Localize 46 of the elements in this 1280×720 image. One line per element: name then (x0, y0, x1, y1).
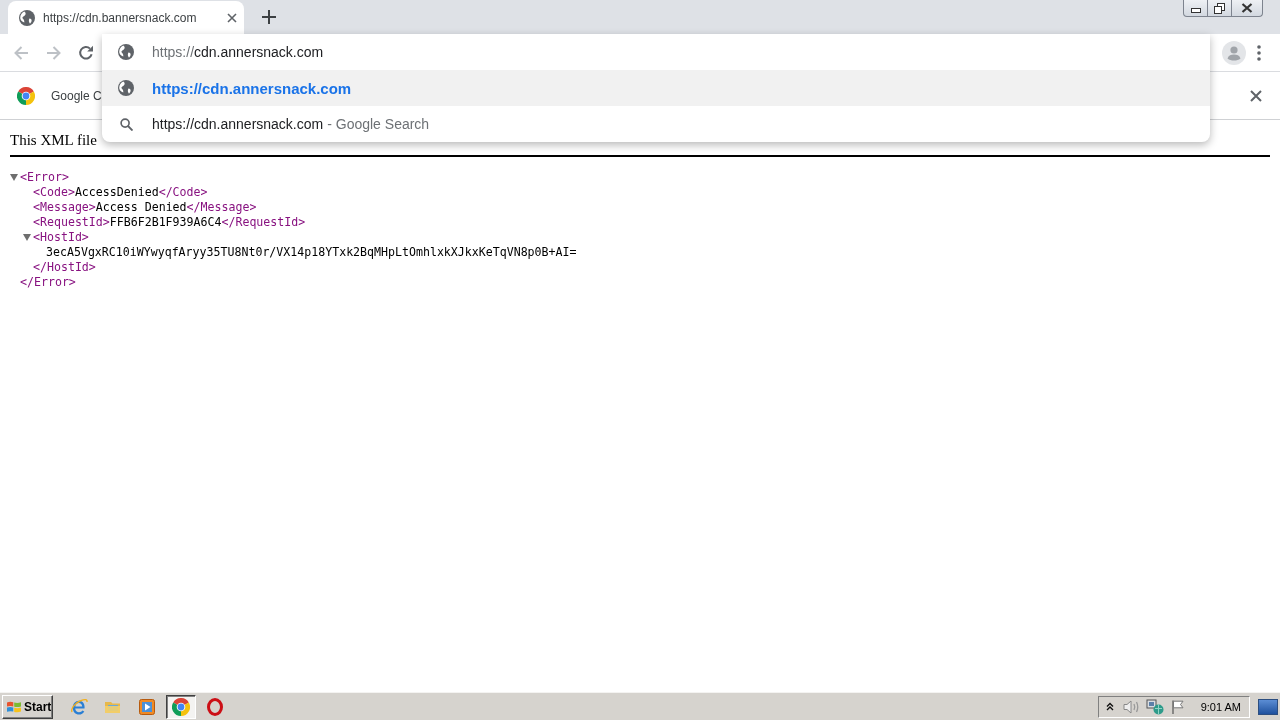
suggestion-item[interactable]: https://cdn.annersnack.com - Google Search (102, 106, 1210, 142)
restore-button[interactable] (1208, 0, 1232, 17)
expand-triangle-icon[interactable] (23, 234, 31, 241)
close-icon (1241, 3, 1253, 13)
clock[interactable]: 9:01 AM (1200, 700, 1241, 713)
search-icon (120, 117, 133, 131)
xml-element: <Code>AccessDenied</Code> (33, 185, 208, 200)
speaker-icon[interactable] (1122, 698, 1141, 715)
globe-icon (118, 80, 134, 96)
xml-element: <Message>Access Denied</Message> (33, 200, 257, 215)
reload-icon (78, 44, 94, 61)
network-icon[interactable] (1145, 698, 1164, 715)
infobar-message: Google C (51, 88, 102, 103)
show-desktop-icon[interactable] (1258, 698, 1278, 715)
chevron-up-icon[interactable] (1105, 702, 1114, 711)
restore-icon (1214, 2, 1225, 14)
start-button[interactable]: Start (2, 694, 53, 719)
globe-icon (19, 9, 35, 26)
xml-open-tag: <Error> (20, 170, 69, 185)
minimize-button[interactable] (1183, 0, 1208, 17)
windows-flag-icon (6, 699, 22, 714)
play-icon (138, 697, 156, 716)
browser-tab[interactable]: https://cdn.bannersnack.com (8, 1, 244, 34)
xml-element: <RequestId>FFB6F2B1F939A6C4</RequestId> (33, 215, 306, 230)
xml-notice: This XML file (10, 131, 97, 149)
close-icon[interactable] (227, 12, 237, 23)
arrow-left-icon (13, 44, 29, 61)
close-window-button[interactable] (1232, 0, 1263, 17)
minimize-icon (1190, 8, 1201, 13)
menu-icon[interactable] (1257, 44, 1261, 61)
plus-icon (262, 10, 276, 24)
suggestion-item[interactable]: https://cdn.annersnack.com (102, 70, 1210, 106)
globe-icon (118, 44, 134, 60)
xml-open-tag: <HostId> (33, 230, 89, 245)
expand-triangle-icon[interactable] (10, 174, 18, 181)
taskbar-app-button[interactable] (166, 694, 196, 719)
xml-close-tag: </HostId> (33, 260, 96, 275)
xml-text: 3ecA5VgxRC10iWYwyqfAryy35TU8Nt0r/VX14p18YTxk2BqMHpLtOmhlxkXJkxKeTqVN8p0B+AI= (46, 245, 577, 260)
address-field[interactable]: https://cdn.annersnack.com (152, 34, 1210, 70)
browser-logo-icon (17, 86, 35, 105)
browser-logo-icon (172, 697, 190, 716)
e-logo-icon (70, 697, 88, 716)
close-icon[interactable] (1250, 89, 1262, 102)
arrow-right-icon (46, 44, 62, 61)
o-logo-icon (206, 697, 224, 716)
xml-close-tag: </Error> (20, 275, 76, 290)
